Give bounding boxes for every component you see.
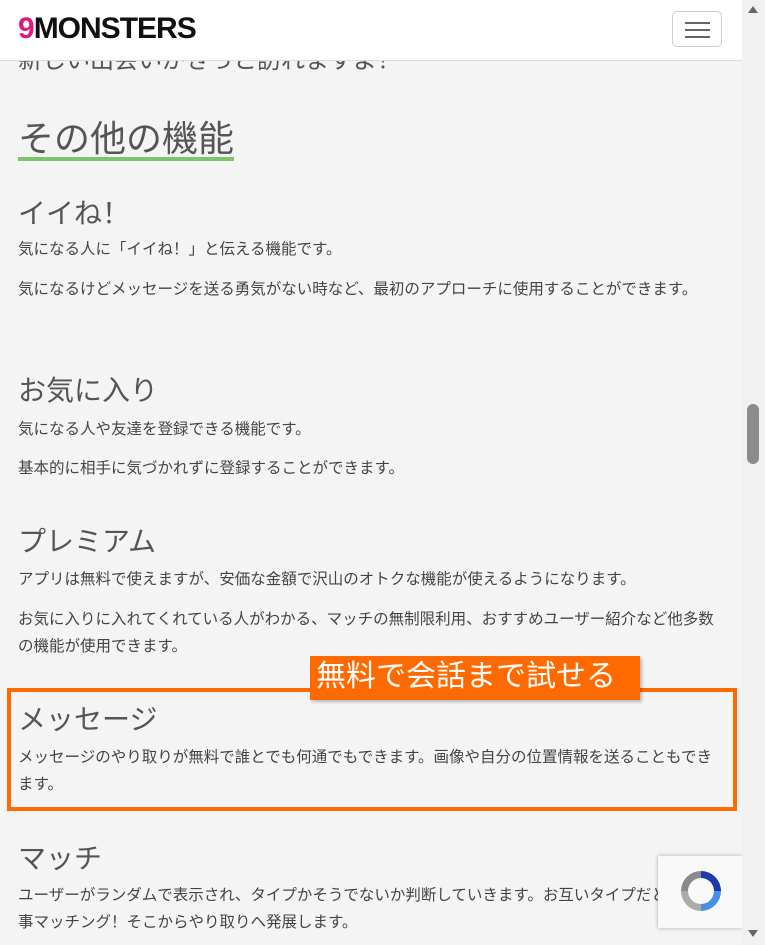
feature-title-like: イイね！ — [18, 197, 131, 230]
hamburger-icon-line — [685, 29, 710, 31]
message-highlight-box — [7, 688, 737, 811]
section-title: その他の機能 — [18, 119, 235, 160]
scrollbar[interactable] — [742, 0, 765, 945]
feature-desc-favorite-2: 基本的に相手に気づかれずに登録することができます。 — [18, 459, 404, 477]
feature-desc-like-2: 気になるけどメッセージを送る勇気がない時など、最初のアプローチに使用することがで… — [18, 280, 698, 298]
feature-desc-favorite-1: 気になる人や友達を登録できる機能です。 — [18, 420, 311, 438]
logo-text: MONSTERS — [33, 12, 197, 45]
hamburger-icon-line — [685, 36, 710, 38]
logo-nine: 9 — [18, 12, 35, 45]
hamburger-icon — [685, 22, 710, 24]
recaptcha-icon — [681, 871, 721, 911]
site-logo[interactable]: 9MONSTERS — [18, 12, 197, 45]
scroll-down-icon[interactable] — [748, 930, 758, 937]
scroll-thumb[interactable] — [747, 404, 759, 464]
feature-title-premium: プレミアム — [18, 525, 157, 558]
site-header: 9MONSTERS — [0, 0, 742, 61]
menu-button[interactable] — [672, 11, 722, 47]
feature-title-favorite: お気に入り — [18, 374, 159, 407]
scroll-up-icon[interactable] — [748, 6, 758, 13]
feature-desc-premium-2: お気に入りに入れてくれている人がわかる、マッチの無制限利用、おすすめユーザー紹介… — [18, 610, 714, 655]
free-chat-callout: 無料で会話まで試せる — [310, 656, 640, 700]
feature-desc-match: ユーザーがランダムで表示され、タイプかそうでないか判断していきます。お互いタイプ… — [18, 886, 713, 931]
feature-desc-premium-1: アプリは無料で使えますが、安価な金額で沢山のオトクな機能が使えるようになります。 — [18, 570, 636, 588]
section-title-underline — [18, 157, 234, 161]
feature-title-match: マッチ — [18, 842, 103, 875]
recaptcha-badge[interactable] — [658, 856, 742, 928]
feature-desc-like-1: 気になる人に「イイね！」と伝える機能です。 — [18, 240, 342, 258]
